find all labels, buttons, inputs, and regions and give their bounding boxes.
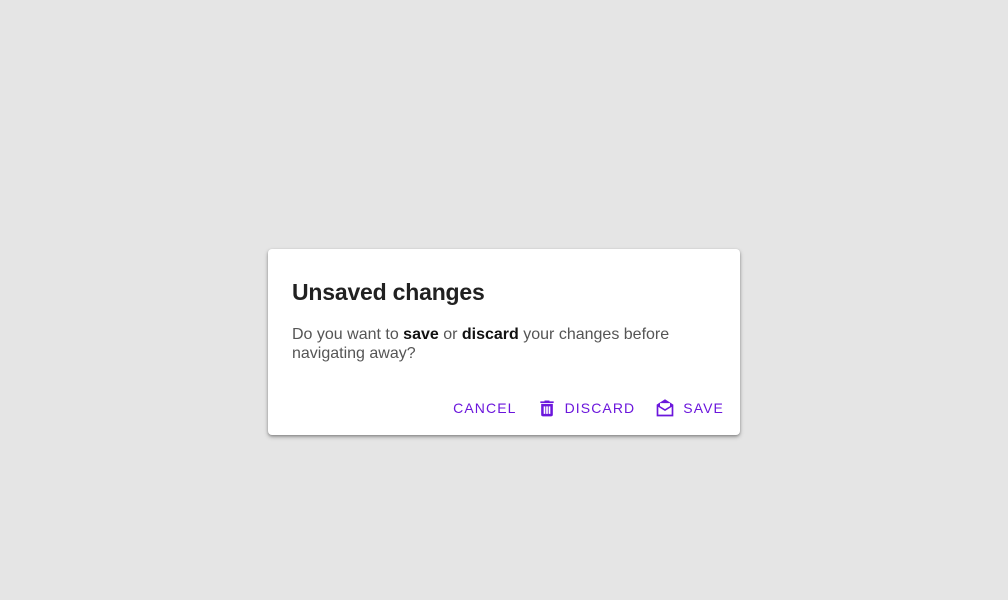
- cancel-button-label: CANCEL: [453, 400, 517, 416]
- dialog-actions: CANCEL DISCARD SAVE: [445, 395, 732, 421]
- cancel-button[interactable]: CANCEL: [445, 395, 524, 421]
- unsaved-changes-dialog: Unsaved changes Do you want to save or d…: [268, 249, 740, 435]
- trash-icon: [537, 398, 557, 418]
- message-text-2: or: [438, 326, 462, 343]
- dialog-title: Unsaved changes: [292, 279, 485, 305]
- discard-button[interactable]: DISCARD: [529, 395, 644, 421]
- save-button-label: SAVE: [683, 400, 724, 416]
- open-envelope-icon: [655, 398, 675, 418]
- dialog-message: Do you want to save or discard your chan…: [292, 325, 692, 363]
- message-save-word: save: [403, 326, 439, 343]
- save-button[interactable]: SAVE: [647, 395, 732, 421]
- message-discard-word: discard: [461, 326, 519, 343]
- discard-button-label: DISCARD: [564, 400, 636, 416]
- message-text-1: Do you want to: [292, 326, 404, 343]
